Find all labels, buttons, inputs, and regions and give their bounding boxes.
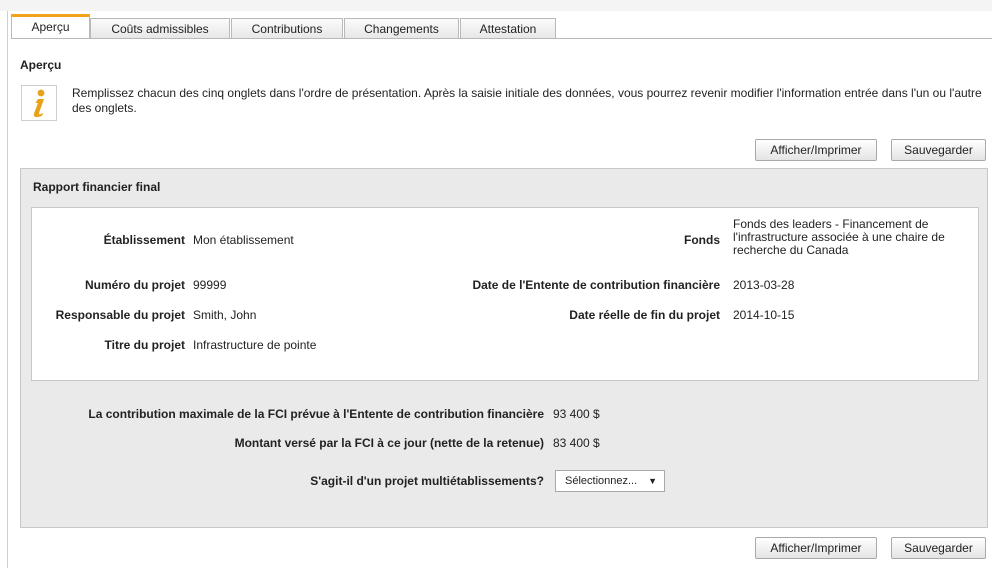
save-button-top[interactable]: Sauvegarder — [891, 139, 986, 161]
tab-bar: Aperçu Coûts admissibles Contributions C… — [11, 14, 571, 39]
section-title: Aperçu — [20, 58, 62, 72]
tab-bar-baseline — [11, 38, 992, 39]
top-strip — [0, 0, 992, 11]
project-lead-label: Responsable du projet — [55, 308, 185, 322]
tab-changements[interactable]: Changements — [344, 18, 459, 39]
tab-couts-admissibles[interactable]: Coûts admissibles — [90, 18, 230, 39]
print-button-top[interactable]: Afficher/Imprimer — [755, 139, 877, 161]
institution-label: Établissement — [103, 233, 185, 247]
project-title-label: Titre du projet — [104, 338, 185, 352]
agreement-date-label: Date de l'Entente de contribution financ… — [472, 278, 720, 292]
tab-contributions[interactable]: Contributions — [231, 18, 343, 39]
multi-institution-select[interactable]: Sélectionnez... ▼ — [555, 470, 665, 492]
paid-to-date-value: 83 400 $ — [553, 436, 600, 450]
info-icon — [21, 85, 57, 121]
agreement-date-value: 2013-03-28 — [733, 278, 795, 292]
end-date-value: 2014-10-15 — [733, 308, 795, 322]
max-contribution-label: La contribution maximale de la FCI prévu… — [88, 407, 544, 421]
save-button-bottom[interactable]: Sauvegarder — [891, 537, 986, 559]
paid-to-date-label: Montant versé par la FCI à ce jour (nett… — [234, 436, 544, 450]
max-contribution-value: 93 400 $ — [553, 407, 600, 421]
dropdown-arrow-icon: ▼ — [648, 476, 657, 486]
report-title: Rapport financier final — [33, 180, 161, 194]
left-border — [7, 11, 8, 568]
tab-attestation[interactable]: Attestation — [460, 18, 556, 39]
multi-institution-label: S'agit-il d'un projet multiétablissement… — [310, 474, 544, 488]
institution-value: Mon établissement — [193, 233, 294, 247]
project-number-value: 99999 — [193, 278, 227, 292]
multi-institution-select-value: Sélectionnez... — [565, 475, 638, 487]
project-number-label: Numéro du projet — [84, 278, 185, 292]
project-title-value: Infrastructure de pointe — [193, 338, 317, 352]
tab-apercu[interactable]: Aperçu — [11, 14, 90, 39]
project-lead-value: Smith, John — [193, 308, 257, 322]
fund-label: Fonds — [684, 233, 720, 247]
fund-value: Fonds des leaders - Financement de l'inf… — [733, 217, 945, 257]
end-date-label: Date réelle de fin du projet — [569, 308, 720, 322]
print-button-bottom[interactable]: Afficher/Imprimer — [755, 537, 877, 559]
instructions-text: Remplissez chacun des cinq onglets dans … — [72, 86, 982, 115]
